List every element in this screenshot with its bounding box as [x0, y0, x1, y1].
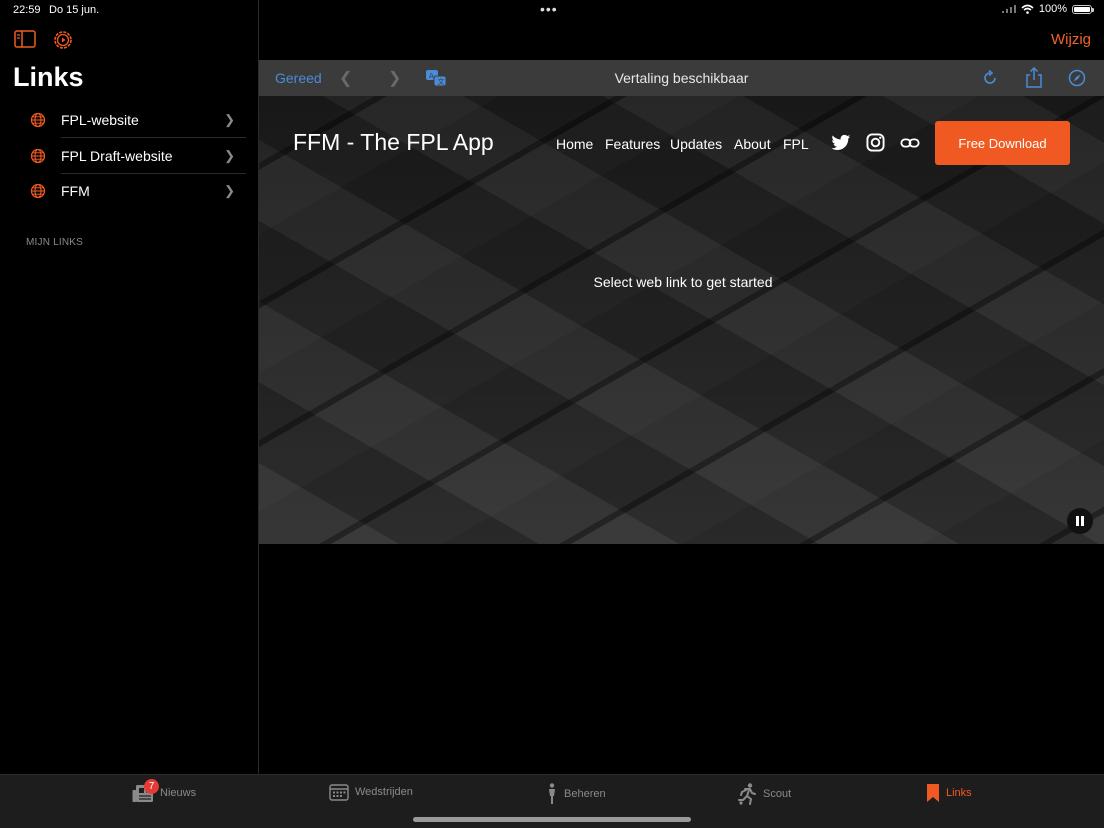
manager-icon — [549, 783, 555, 804]
done-button[interactable]: Gereed — [275, 70, 322, 86]
pause-icon[interactable] — [1067, 508, 1093, 534]
tab-label: Nieuws — [160, 787, 197, 799]
back-icon[interactable]: ❮ — [339, 68, 352, 88]
section-header-mijn-links: MIJN LINKS — [26, 237, 84, 248]
nav-link-features[interactable]: Features — [605, 136, 660, 152]
link-item-ffm[interactable]: FFM ❯ — [26, 173, 246, 208]
battery-icon — [1072, 4, 1094, 14]
translate-icon[interactable]: A 文 — [425, 69, 447, 87]
compass-icon[interactable] — [1068, 69, 1086, 87]
twitter-icon[interactable] — [831, 134, 851, 152]
nav-link-home[interactable]: Home — [556, 136, 593, 152]
battery-percent: 100% — [1038, 3, 1067, 15]
tab-label: Scout — [763, 788, 792, 800]
multitasking-dots-icon[interactable]: ••• — [540, 1, 558, 17]
tab-bar: Nieuws 7 Wedstrijden Beheren Scout Links — [0, 774, 1104, 828]
tab-scout[interactable]: Scout — [737, 783, 791, 805]
svg-text:文: 文 — [438, 77, 445, 86]
link-item-label: FFM — [61, 182, 90, 199]
link-item-fpl-website[interactable]: FPL-website ❯ — [26, 102, 246, 137]
bookmark-icon — [927, 784, 939, 802]
tab-wedstrijden[interactable]: Wedstrijden — [329, 783, 413, 801]
browser-title: Vertaling beschikbaar — [614, 70, 749, 86]
svg-text:A: A — [429, 72, 434, 80]
status-indicators: 100% — [1001, 3, 1094, 15]
home-indicator[interactable] — [413, 817, 691, 822]
notification-badge: 7 — [144, 779, 159, 794]
share-icon[interactable] — [1025, 67, 1043, 88]
nav-link-fpl[interactable]: FPL — [783, 136, 809, 152]
forward-icon[interactable]: ❯ — [388, 68, 401, 88]
link-item-label: FPL-website — [61, 111, 139, 128]
globe-icon — [30, 148, 46, 163]
edit-button[interactable]: Wijzig — [1051, 31, 1091, 48]
sidebar-toggle-icon[interactable] — [14, 30, 36, 48]
signal-icon — [1001, 5, 1016, 13]
tab-links[interactable]: Links — [926, 783, 972, 803]
free-download-button[interactable]: Free Download — [935, 121, 1070, 165]
settings-gear-icon[interactable] — [52, 29, 74, 51]
page-title: Links — [13, 62, 84, 92]
web-content: FFM - The FPL App Home Features Updates … — [259, 96, 1104, 544]
chevron-right-icon: ❯ — [224, 147, 235, 163]
running-player-icon — [738, 783, 756, 805]
nav-link-about[interactable]: About — [734, 136, 771, 152]
reload-icon[interactable] — [981, 69, 999, 87]
tab-beheren[interactable]: Beheren — [546, 783, 606, 805]
link-item-label: FPL Draft-website — [61, 147, 173, 164]
tab-label: Wedstrijden — [355, 786, 413, 798]
globe-icon — [30, 183, 46, 198]
globe-icon — [30, 112, 46, 127]
hero-message: Select web link to get started — [593, 274, 773, 290]
calendar-icon — [329, 784, 349, 801]
browser-toolbar: Vertaling beschikbaar Gereed ❮ ❯ A 文 — [259, 60, 1104, 96]
wifi-icon — [1021, 4, 1034, 14]
chevron-right-icon: ❯ — [224, 111, 235, 127]
nav-link-updates[interactable]: Updates — [670, 136, 722, 152]
tab-label: Links — [946, 787, 972, 799]
site-logo[interactable]: FFM - The FPL App — [293, 129, 494, 156]
instagram-icon[interactable] — [866, 133, 885, 152]
link-icon[interactable] — [900, 135, 920, 151]
chevron-right-icon: ❯ — [224, 182, 235, 198]
tab-label: Beheren — [564, 788, 606, 800]
link-item-fpl-draft-website[interactable]: FPL Draft-website ❯ — [26, 138, 246, 173]
tab-nieuws[interactable]: Nieuws — [132, 783, 196, 803]
